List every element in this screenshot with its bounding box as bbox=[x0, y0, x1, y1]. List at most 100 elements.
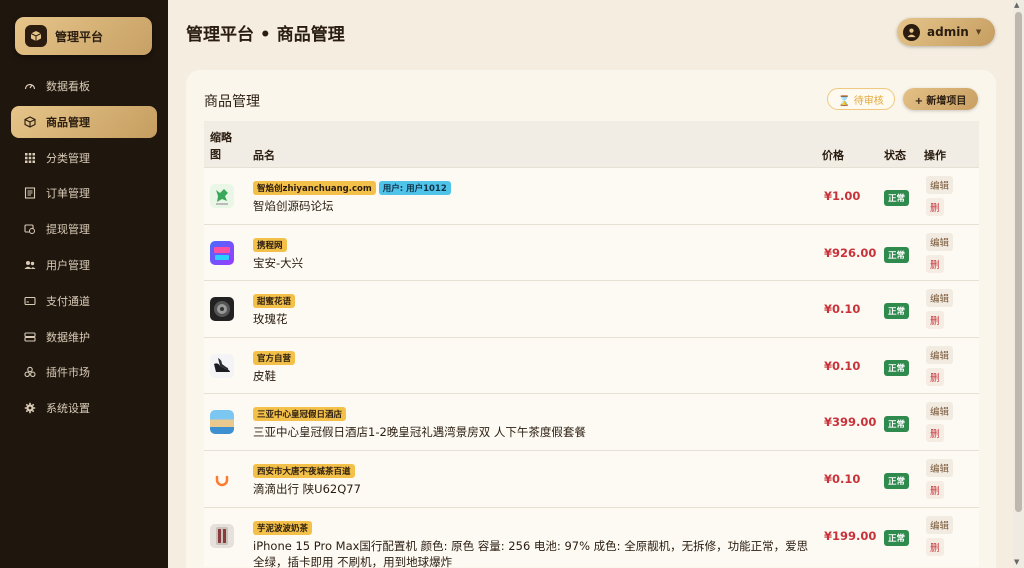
status-badge: 正常 bbox=[884, 472, 910, 489]
product-tags: 芋泥波波奶茶 bbox=[253, 520, 313, 535]
product-name: 智焰创源码论坛 bbox=[253, 199, 334, 213]
delete-button[interactable]: 删 bbox=[926, 367, 944, 386]
panel-title: 商品管理 bbox=[204, 94, 260, 110]
page-title: 管理平台 • 商品管理 bbox=[186, 25, 345, 45]
product-price: ¥399.00 bbox=[824, 415, 877, 430]
column-header-thumb: 缩略图 bbox=[210, 131, 232, 161]
sidebar-item-categories[interactable]: 分类管理 bbox=[11, 142, 157, 174]
table-row: 智焰创zhiyanchuang.com 用户: 用户1012 智焰创源码论坛 ¥… bbox=[204, 167, 979, 224]
product-thumbnail[interactable] bbox=[210, 353, 234, 378]
scroll-up-icon[interactable]: ▲ bbox=[1014, 1, 1019, 9]
tag: 三亚中心皇冠假日酒店 bbox=[253, 407, 347, 422]
dashboard-icon bbox=[23, 80, 36, 93]
status-badge: 正常 bbox=[884, 529, 910, 546]
sidebar-item-products[interactable]: 商品管理 bbox=[11, 105, 157, 138]
tag: 携程网 bbox=[253, 237, 287, 252]
sidebar-item-orders[interactable]: 订单管理 bbox=[11, 177, 157, 209]
delete-button[interactable]: 删 bbox=[926, 537, 944, 556]
add-item-button[interactable]: + 新增项目 bbox=[903, 88, 978, 110]
sidebar-item-withdraw[interactable]: 提现管理 bbox=[11, 213, 157, 245]
edit-button[interactable]: 编辑 bbox=[926, 232, 954, 251]
tag: 智焰创zhiyanchuang.com bbox=[253, 181, 376, 195]
sidebar-item-settings[interactable]: 系统设置 bbox=[11, 392, 157, 424]
sidebar-item-payment[interactable]: 支付通道 bbox=[11, 285, 157, 317]
tag: 芋泥波波奶茶 bbox=[253, 520, 313, 535]
product-thumbnail[interactable] bbox=[210, 297, 234, 322]
sidebar-item-label: 商品管理 bbox=[46, 115, 90, 129]
status-badge: 正常 bbox=[884, 246, 910, 263]
column-header-status: 状态 bbox=[884, 149, 906, 162]
table-row: 三亚中心皇冠假日酒店 三亚中心皇冠假日酒店1-2晚皇冠礼遇湾景房双 人下午茶度假… bbox=[204, 393, 979, 450]
sidebar-item-plugins[interactable]: 插件市场 bbox=[11, 356, 157, 388]
grid-icon bbox=[23, 151, 36, 164]
status-badge: 正常 bbox=[884, 303, 910, 320]
product-thumbnail[interactable] bbox=[210, 184, 234, 208]
scroll-down-icon[interactable]: ▼ bbox=[1014, 558, 1019, 566]
table-row: 芋泥波波奶茶 iPhone 15 Pro Max国行配置机 颜色: 原色 容量:… bbox=[204, 506, 979, 568]
product-tags: 甜蜜花语 bbox=[253, 294, 296, 309]
delete-button[interactable]: 删 bbox=[926, 198, 944, 216]
product-thumbnail[interactable] bbox=[210, 523, 234, 548]
edit-button[interactable]: 编辑 bbox=[926, 345, 954, 364]
sidebar-item-database[interactable]: 数据维护 bbox=[11, 321, 157, 353]
edit-button[interactable]: 编辑 bbox=[926, 402, 954, 421]
box-icon bbox=[25, 25, 47, 47]
edit-button[interactable]: 编辑 bbox=[926, 289, 954, 308]
status-badge: 正常 bbox=[884, 359, 910, 376]
column-header-actions: 操作 bbox=[924, 149, 946, 162]
table-row: 西安市大唐不夜城茶百道 滴滴出行 陕U62Q77 ¥0.10 正常 编辑 删 bbox=[204, 449, 979, 507]
product-name: 皮鞋 bbox=[253, 368, 276, 383]
delete-button[interactable]: 删 bbox=[926, 254, 944, 273]
product-name: 宝安-大兴 bbox=[253, 255, 304, 270]
product-name: iPhone 15 Pro Max国行配置机 颜色: 原色 容量: 256 电池… bbox=[253, 538, 809, 568]
box-icon bbox=[23, 115, 36, 128]
product-tags: 官方自营 bbox=[253, 350, 296, 365]
product-tags: 三亚中心皇冠假日酒店 bbox=[253, 407, 347, 422]
database-icon bbox=[23, 330, 36, 343]
sidebar-nav: 数据看板 商品管理 分类管理 订单管理 提现管理 用户管理 支付通道 数据维护 bbox=[11, 70, 157, 428]
edit-button[interactable]: 编辑 bbox=[926, 458, 954, 477]
sidebar-item-label: 提现管理 bbox=[46, 223, 90, 237]
column-header-price: 价格 bbox=[822, 149, 844, 162]
gear-icon bbox=[23, 402, 36, 415]
product-tags: 西安市大唐不夜城茶百道 bbox=[253, 463, 355, 478]
delete-button[interactable]: 删 bbox=[926, 424, 944, 443]
chevron-down-icon: ▼ bbox=[975, 28, 982, 36]
product-price: ¥926.00 bbox=[824, 245, 877, 260]
product-table: 缩略图 品名 价格 状态 操作 智焰创zhiyanchuang.com 用户: … bbox=[204, 121, 979, 568]
status-badge: 正常 bbox=[884, 190, 910, 206]
table-row: 携程网 宝安-大兴 ¥926.00 正常 编辑 删 bbox=[204, 223, 979, 281]
tag: 甜蜜花语 bbox=[253, 294, 296, 309]
sidebar: 管理平台 数据看板 商品管理 分类管理 订单管理 提现管理 用户管理 支付通道 … bbox=[0, 0, 168, 568]
sidebar-item-label: 分类管理 bbox=[46, 151, 90, 165]
product-name: 三亚中心皇冠假日酒店1-2晚皇冠礼遇湾景房双 人下午茶度假套餐 bbox=[253, 425, 586, 440]
product-price: ¥199.00 bbox=[824, 528, 877, 543]
product-name: 玫瑰花 bbox=[253, 312, 288, 327]
tag: 用户: 用户1012 bbox=[378, 181, 451, 195]
product-name: 滴滴出行 陕U62Q77 bbox=[253, 481, 361, 496]
product-thumbnail[interactable] bbox=[210, 410, 234, 435]
product-price: ¥0.10 bbox=[824, 471, 861, 486]
tag: 官方自营 bbox=[253, 350, 296, 365]
sidebar-item-label: 系统设置 bbox=[46, 402, 90, 416]
pending-review-button[interactable]: ⌛ 待审核 bbox=[827, 88, 895, 110]
product-tags: 智焰创zhiyanchuang.com 用户: 用户1012 bbox=[253, 181, 451, 195]
user-menu-button[interactable]: admin ▼ bbox=[897, 18, 995, 46]
edit-button[interactable]: 编辑 bbox=[926, 176, 954, 194]
users-icon bbox=[23, 258, 36, 271]
delete-button[interactable]: 删 bbox=[926, 480, 944, 499]
product-thumbnail[interactable] bbox=[210, 466, 234, 491]
product-price: ¥0.10 bbox=[824, 358, 861, 373]
brand-logo[interactable]: 管理平台 bbox=[15, 17, 152, 55]
sidebar-item-dashboard[interactable]: 数据看板 bbox=[11, 70, 157, 102]
scrollbar-thumb[interactable] bbox=[1015, 12, 1022, 512]
card-icon bbox=[23, 294, 36, 307]
edit-button[interactable]: 编辑 bbox=[926, 515, 954, 534]
brand-label: 管理平台 bbox=[55, 29, 104, 44]
delete-button[interactable]: 删 bbox=[926, 311, 944, 330]
sidebar-item-label: 用户管理 bbox=[46, 258, 90, 272]
table-row: 甜蜜花语 玫瑰花 ¥0.10 正常 编辑 删 bbox=[204, 280, 979, 337]
sidebar-item-label: 数据维护 bbox=[46, 330, 90, 344]
product-thumbnail[interactable] bbox=[210, 240, 234, 265]
sidebar-item-users[interactable]: 用户管理 bbox=[11, 249, 157, 281]
